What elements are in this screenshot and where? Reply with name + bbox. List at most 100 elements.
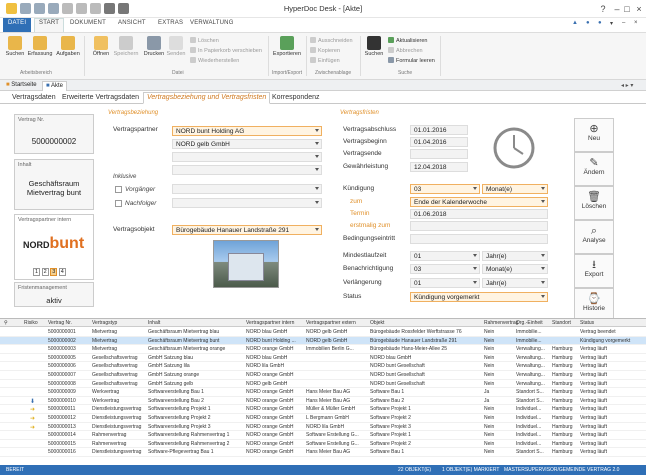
column-header[interactable]: Status [580, 320, 594, 326]
suche-button[interactable]: Suchen [364, 36, 384, 57]
column-header[interactable]: Risiko [24, 320, 38, 326]
page-4[interactable]: 4 [58, 268, 66, 276]
tab-korrespondenz[interactable]: Korrespondenz [272, 94, 319, 101]
kopieren-button[interactable]: Kopieren [310, 47, 340, 54]
table-row[interactable]: 5000000002 Mietvertrag Geschäftsraum Mietv… [0, 336, 646, 346]
kuendigung-anzahl-select[interactable]: 03 [410, 184, 480, 194]
mindestlaufzeit-anzahl-select[interactable]: 01 [410, 251, 480, 261]
vertragspartner-select-4[interactable] [172, 165, 322, 175]
tab-erweiterte-vertragsdaten[interactable]: Erweiterte Vertragsdaten [62, 94, 139, 101]
senden-button[interactable]: Senden [166, 36, 186, 57]
tab-vertragsdaten[interactable]: Vertragsdaten [12, 94, 56, 101]
table-row[interactable]: 5000000006 Gesellschaftsvertrag GmbH Satzu… [0, 362, 646, 371]
verlaengerung-einheit-select[interactable]: Jahr(e) [482, 278, 548, 288]
ribbon-minimize-icon[interactable]: – [622, 20, 626, 26]
user-icon[interactable]: ● [586, 20, 590, 26]
wiederherstellen-button[interactable]: Wiederherstellen [190, 57, 239, 64]
erfassung-button[interactable]: Erfassung [27, 36, 53, 57]
column-header[interactable]: Vertragspartner intern [246, 320, 294, 326]
suchen-button[interactable]: Suchen [4, 36, 26, 57]
tab-start[interactable]: START [34, 18, 65, 32]
help-icon[interactable]: ? [596, 3, 610, 15]
einfuegen-button[interactable]: Einfügen [310, 57, 340, 64]
aendern-button[interactable]: ✎ Ändern [574, 152, 614, 186]
table-row[interactable]: 5000000008 Gesellschaftsvertrag GmbH Satzu… [0, 380, 646, 389]
column-icon[interactable]: ⚲ [4, 320, 8, 326]
ribbon-close-icon[interactable]: × [634, 20, 638, 26]
notification-icon[interactable]: ▲ [572, 20, 578, 26]
column-header[interactable]: Vertragspartner extern [306, 320, 356, 326]
tab-datei[interactable]: DATEI [3, 18, 32, 32]
page-1[interactable]: 1 [33, 268, 41, 276]
benachrichtigung-einheit-select[interactable]: Monat(e) [482, 264, 548, 274]
analyse-button[interactable]: ⌕ Analyse [574, 220, 614, 254]
column-header[interactable]: Objekt [370, 320, 384, 326]
ausschneiden-button[interactable]: Ausschneiden [310, 37, 353, 44]
close-button[interactable]: × [632, 3, 646, 15]
speichern-button[interactable]: Speichern [113, 36, 139, 57]
table-row[interactable]: 5000000016 Dienstleistungsvertrag Software… [0, 448, 646, 457]
bedingungseintritt-field[interactable] [410, 234, 548, 244]
tab-vertragsbeziehung[interactable]: Vertragsbeziehung und Vertragsfristen [143, 92, 271, 104]
table-row[interactable]: ➜ 5000000013 Dienstleistungsvertrag Softwar… [0, 423, 646, 432]
erstmalig-zum-field[interactable] [410, 221, 548, 231]
vertragsabschluss-field[interactable]: 01.01.2016 [410, 125, 468, 135]
status-select[interactable]: Kündigung vorgemerkt [410, 292, 548, 302]
column-header[interactable]: Standort [552, 320, 571, 326]
vertragspartner-select-2[interactable]: NORD gelb GmbH [172, 139, 322, 149]
column-header[interactable]: Vertrag Nr. [48, 320, 72, 326]
papierkorb-button[interactable]: In Papierkorb verschieben [190, 47, 262, 54]
nachfolger-checkbox[interactable] [115, 200, 122, 207]
table-row[interactable]: 5000000005 Gesellschaftsvertrag GmbH Satzu… [0, 354, 646, 363]
table-row[interactable]: ➜ 5000000012 Dienstleistungsvertrag Softwar… [0, 414, 646, 423]
column-header[interactable]: Inhalt [148, 320, 160, 326]
tab-scroll-icon[interactable]: ◂ ▸ ▾ [618, 81, 636, 91]
column-header[interactable]: Rahmenvertrag [484, 320, 518, 326]
table-row[interactable]: 5000000015 Rahmenvertrag Softwareerstellun… [0, 440, 646, 449]
neu-button[interactable]: ⊕ Neu [574, 118, 614, 152]
exportieren-button[interactable]: Exportieren [272, 36, 302, 57]
vertragspartner-select-1[interactable]: NORD bunt Holding AG [172, 126, 322, 136]
formular-leeren-button[interactable]: Formular leeren [388, 57, 435, 64]
historie-button[interactable]: ⌚ Historie [574, 288, 614, 322]
tab-extras[interactable]: EXTRAS [158, 20, 183, 26]
tab-startseite[interactable]: ■ Startseite [3, 81, 40, 91]
abbrechen-button[interactable]: Abbrechen [388, 47, 423, 54]
tab-akte[interactable]: ■ Akte [42, 81, 67, 91]
table-row[interactable]: ⬇ 5000000010 Werkvertrag Softwareerstellung… [0, 397, 646, 406]
ribbon-collapse-icon[interactable]: ▾ [610, 20, 613, 27]
tab-dokument[interactable]: DOKUMENT [70, 20, 106, 26]
vorgaenger-select[interactable] [172, 184, 322, 194]
drucken-button[interactable]: Drucken [143, 36, 165, 57]
tab-verwaltung[interactable]: VERWALTUNG [190, 20, 234, 26]
termin-field[interactable]: 01.06.2018 [410, 209, 548, 219]
loeschen-side-button[interactable]: 🗑 Löschen [574, 186, 614, 220]
tab-ansicht[interactable]: ANSICHT [118, 20, 146, 26]
oeffnen-button[interactable]: Öffnen [90, 36, 112, 57]
page-3[interactable]: 3 [50, 268, 58, 276]
globe-icon[interactable]: ● [598, 20, 602, 26]
table-row[interactable]: 5000000001 Mietvertrag Geschäftsraum Mietv… [0, 328, 646, 337]
table-row[interactable]: 5000000003 Mietvertrag Geschäftsraum Mietv… [0, 345, 646, 354]
nachfolger-select[interactable] [172, 198, 322, 208]
table-row[interactable]: 5000000007 Gesellschaftsvertrag GmbH Satzu… [0, 371, 646, 380]
vorgaenger-checkbox[interactable] [115, 186, 122, 193]
vertragspartner-select-3[interactable] [172, 152, 322, 162]
aufgaben-button[interactable]: Aufgaben [55, 36, 81, 57]
loeschen-button[interactable]: Löschen [190, 37, 219, 44]
vertragsobjekt-select[interactable]: Bürogebäude Hanauer Landstraße 291 [172, 225, 322, 235]
column-header[interactable]: Vertragstyp [92, 320, 117, 326]
vertragsende-field[interactable] [410, 149, 468, 159]
aktualisieren-button[interactable]: Aktualisieren [388, 37, 428, 44]
vertragsbeginn-field[interactable]: 01.04.2016 [410, 137, 468, 147]
export-button[interactable]: ⭳ Export [574, 254, 614, 288]
column-header[interactable]: Org.-Einheit [516, 320, 543, 326]
kuendigung-zum-select[interactable]: Ende der Kalenderwoche [410, 197, 548, 207]
table-row[interactable]: 5000000009 Werkvertrag Softwareerstellung … [0, 388, 646, 397]
benachrichtigung-anzahl-select[interactable]: 03 [410, 264, 480, 274]
table-row[interactable]: ➜ 5000000011 Dienstleistungsvertrag Softwar… [0, 405, 646, 414]
gewaehrleistung-field[interactable]: 12.04.2018 [410, 162, 468, 172]
page-2[interactable]: 2 [41, 268, 49, 276]
kuendigung-einheit-select[interactable]: Monat(e) [482, 184, 548, 194]
table-row[interactable]: 5000000014 Rahmenvertrag Softwareerstellun… [0, 431, 646, 440]
